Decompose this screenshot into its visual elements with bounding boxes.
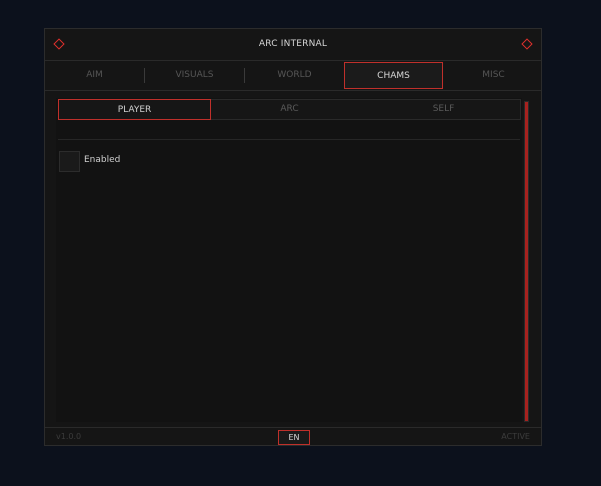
section-divider (58, 139, 520, 140)
scrollbar[interactable] (524, 101, 529, 422)
tab-misc[interactable]: MISC (444, 62, 543, 89)
subtab-player[interactable]: PLAYER (58, 99, 211, 120)
menu-window: ARC INTERNAL AIM VISUALS WORLD CHAMS MIS… (44, 28, 542, 446)
sub-tabs: PLAYER ARC SELF (58, 99, 521, 120)
window-title: ARC INTERNAL (258, 39, 328, 49)
status-text: ACTIVE (501, 432, 530, 441)
enabled-label: Enabled (84, 155, 121, 165)
tab-visuals[interactable]: VISUALS (145, 62, 244, 89)
main-tabs: AIM VISUALS WORLD CHAMS MISC (45, 61, 541, 91)
tab-aim[interactable]: AIM (45, 62, 144, 89)
enabled-checkbox[interactable] (59, 151, 80, 172)
content-panel: PLAYER ARC SELF Enabled (56, 98, 522, 422)
language-button[interactable]: EN (278, 430, 310, 445)
subtab-arc[interactable]: ARC (213, 99, 366, 120)
footer-bar: v1.0.0 EN ACTIVE (45, 427, 541, 446)
title-bar[interactable]: ARC INTERNAL (45, 29, 541, 61)
tab-world[interactable]: WORLD (245, 62, 344, 89)
subtab-self[interactable]: SELF (367, 99, 520, 120)
version-text: v1.0.0 (56, 432, 82, 441)
scrollbar-thumb[interactable] (525, 102, 528, 421)
tab-chams[interactable]: CHAMS (344, 62, 443, 89)
